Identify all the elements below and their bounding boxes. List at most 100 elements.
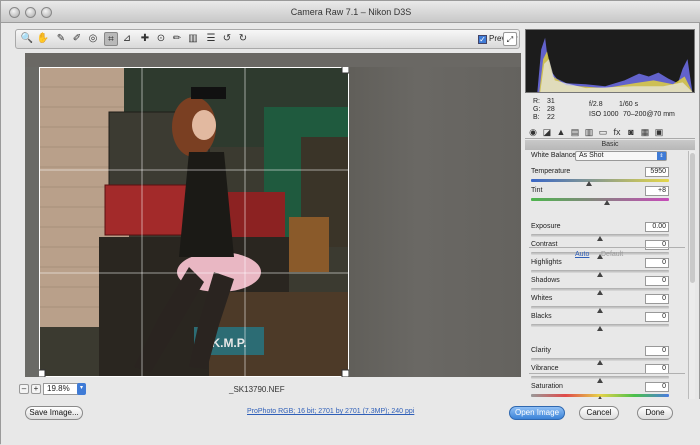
select-arrows-icon: ⇕ — [657, 152, 666, 160]
tab-snapshots[interactable]: ▣ — [653, 126, 665, 138]
slider-label: Highlights — [531, 259, 562, 266]
slider-value-field[interactable]: 5950 — [645, 167, 669, 177]
zoom-out-icon[interactable]: – — [19, 384, 29, 394]
targeted-adjustment-icon[interactable]: ◎ — [86, 32, 100, 46]
slider-thumb[interactable] — [597, 308, 603, 313]
default-link[interactable]: Default — [601, 251, 623, 258]
lens-value: 70–200@70 mm — [623, 111, 675, 118]
done-button[interactable]: Done — [637, 406, 673, 420]
slider-value-field[interactable]: 0 — [645, 346, 669, 356]
tab-hsl[interactable]: ▤ — [569, 126, 581, 138]
slider-value-field[interactable]: 0 — [645, 258, 669, 268]
slider-thumb[interactable] — [597, 360, 603, 365]
crop-grid-overlay[interactable] — [39, 67, 349, 377]
divider — [529, 373, 685, 374]
slider-thumb[interactable] — [603, 200, 610, 205]
tab-detail[interactable]: ▲ — [555, 126, 567, 138]
file-name: _SK13790.NEF — [229, 385, 285, 394]
aperture-value: f/2.8 — [589, 101, 603, 108]
slider-thumb[interactable] — [597, 290, 603, 295]
crop-handle[interactable] — [341, 369, 349, 377]
cancel-button[interactable]: Cancel — [579, 406, 619, 420]
rotate-left-icon[interactable]: ↺ — [220, 32, 234, 46]
r-label: R: — [533, 98, 540, 105]
slider-label: Temperature — [531, 168, 571, 175]
scrollbar-thumb[interactable] — [690, 153, 695, 283]
slider-thumb[interactable] — [597, 236, 603, 241]
slider-value-field[interactable]: 0.00 — [645, 222, 669, 232]
slider-label: Tint — [531, 187, 543, 194]
r-value: 31 — [547, 98, 555, 105]
tab-tone-curve[interactable]: ◪ — [541, 126, 553, 138]
open-image-button[interactable]: Open Image — [509, 406, 565, 420]
slider-value-field[interactable]: 0 — [645, 382, 669, 392]
panel-title: Basic — [525, 140, 695, 150]
slider-thumb[interactable] — [597, 272, 603, 277]
zoom-dropdown-icon[interactable]: ▾ — [77, 383, 86, 395]
bottom-bar: Save Image... ProPhoto RGB; 16 bit; 2701… — [1, 399, 700, 445]
graduated-filter-icon[interactable]: ▥ — [186, 32, 200, 46]
histogram — [525, 29, 695, 93]
status-bar: – + 19.8% ▾ _SK13790.NEF — [1, 382, 526, 396]
zoom-in-icon[interactable]: + — [31, 384, 41, 394]
iso-value: ISO 1000 — [589, 111, 619, 118]
title-bar: Camera Raw 7.1 – Nikon D3S — [1, 1, 700, 23]
color-sampler-icon[interactable]: ✐ — [70, 32, 84, 46]
tab-presets[interactable]: ▦ — [639, 126, 651, 138]
slider-value-field[interactable]: +8 — [645, 186, 669, 196]
white-balance-select[interactable]: As Shot ⇕ — [575, 151, 667, 161]
crop-mask-right — [349, 67, 521, 377]
checkmark-icon: ✓ — [478, 35, 487, 44]
zoom-icon[interactable]: 🔍 — [20, 32, 34, 46]
white-balance-label: White Balance: — [531, 152, 579, 159]
slider-track[interactable] — [531, 179, 669, 182]
hand-icon[interactable]: ✋ — [36, 32, 50, 46]
slider-value-field[interactable]: 0 — [645, 294, 669, 304]
crop-handle[interactable] — [39, 369, 46, 377]
save-image-button[interactable]: Save Image... — [25, 406, 83, 420]
g-value: 28 — [547, 106, 555, 113]
tab-split-toning[interactable]: ▥ — [583, 126, 595, 138]
rotate-right-icon[interactable]: ↻ — [236, 32, 250, 46]
slider-value-field[interactable]: 0 — [645, 312, 669, 322]
panel-tabs: ◉ ◪ ▲ ▤ ▥ ▭ fx ◙ ▦ ▣ — [525, 125, 695, 139]
camera-raw-window: Camera Raw 7.1 – Nikon D3S 🔍 ✋ ✎ ✐ ◎ ⌗ ⊿… — [0, 0, 700, 445]
slider-label: Whites — [531, 295, 553, 302]
crop-icon[interactable]: ⌗ — [104, 32, 118, 46]
slider-value-field[interactable]: 0 — [645, 276, 669, 286]
straighten-icon[interactable]: ⊿ — [120, 32, 134, 46]
slider-label: Saturation — [531, 383, 563, 390]
slider-label: Clarity — [531, 347, 551, 354]
tab-lens-corrections[interactable]: ▭ — [597, 126, 609, 138]
image-preview-area[interactable]: K.M.P. — [25, 53, 521, 377]
spot-removal-icon[interactable]: ✚ — [138, 32, 152, 46]
preferences-icon[interactable]: ☰ — [204, 32, 218, 46]
b-label: B: — [533, 114, 540, 121]
tab-basic[interactable]: ◉ — [527, 126, 539, 138]
crop-handle[interactable] — [341, 67, 349, 74]
slider-thumb[interactable] — [585, 181, 592, 186]
slider-thumb[interactable] — [597, 326, 603, 331]
auto-link[interactable]: Auto — [575, 251, 589, 258]
b-value: 22 — [547, 114, 555, 121]
red-eye-icon[interactable]: ⊙ — [154, 32, 168, 46]
workflow-options-link[interactable]: ProPhoto RGB; 16 bit; 2701 by 2701 (7.3M… — [247, 408, 414, 415]
divider — [529, 247, 685, 248]
white-balance-icon[interactable]: ✎ — [54, 32, 68, 46]
slider-track[interactable] — [531, 198, 669, 201]
shutter-value: 1/60 s — [619, 101, 639, 108]
crop-mask-top — [25, 53, 521, 67]
window-title: Camera Raw 7.1 – Nikon D3S — [290, 7, 412, 17]
right-panel: R: 31 G: 28 B: 22 f/2.8 1/60 s ISO 1000 … — [525, 29, 695, 401]
g-label: G: — [533, 106, 541, 113]
slider-thumb[interactable] — [597, 378, 603, 383]
slider-label: Blacks — [531, 313, 552, 320]
basic-panel: White Balance: As Shot ⇕ Temperature 5950… — [525, 151, 695, 401]
slider-label: Vibrance — [531, 365, 559, 372]
tab-camera-calibration[interactable]: ◙ — [625, 126, 637, 138]
adjustment-brush-icon[interactable]: ✏ — [170, 32, 184, 46]
fullscreen-icon[interactable]: ⤢ — [503, 32, 517, 46]
tab-effects[interactable]: fx — [611, 126, 623, 138]
slider-value-field[interactable]: 0 — [645, 240, 669, 250]
panel-scrollbar[interactable] — [688, 151, 695, 401]
